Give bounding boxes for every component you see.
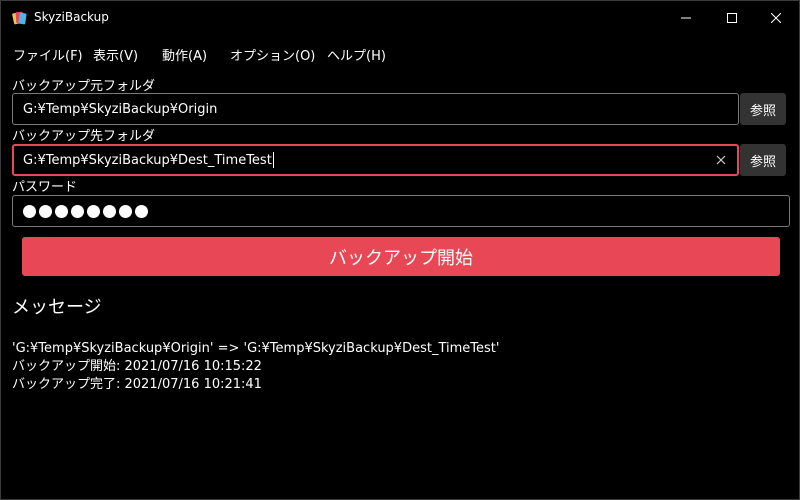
app-window: SkyziBackup ファイル(F) 表示(V) 動作(A) オプション(O)…	[0, 0, 800, 500]
text-caret	[272, 152, 274, 168]
window-title: SkyziBackup	[34, 10, 109, 24]
messages-heading: メッセージ	[12, 297, 102, 318]
destination-folder-value: G:¥Temp¥SkyziBackup¥Dest_TimeTest	[23, 152, 272, 168]
destination-folder-label: バックアップ先フォルダ	[12, 129, 156, 144]
minimize-button[interactable]	[663, 1, 709, 35]
password-input[interactable]	[12, 195, 790, 227]
minimize-icon	[681, 17, 691, 19]
password-dot	[119, 204, 132, 218]
clear-text-button[interactable]	[713, 152, 729, 168]
app-icon	[12, 10, 28, 26]
password-mask	[23, 204, 148, 218]
password-dot	[135, 204, 148, 218]
menu-options[interactable]: オプション(O)	[230, 45, 315, 64]
password-dot	[71, 204, 84, 218]
log-line: 'G:¥Temp¥SkyziBackup¥Origin' => 'G:¥Temp…	[12, 341, 500, 356]
maximize-icon	[727, 13, 737, 23]
clear-icon	[716, 155, 726, 165]
password-dot	[55, 204, 68, 218]
menu-bar: ファイル(F) 表示(V) 動作(A) オプション(O) ヘルプ(H)	[1, 39, 799, 67]
close-button[interactable]	[753, 1, 799, 35]
title-bar[interactable]: SkyziBackup	[1, 1, 799, 35]
source-folder-input[interactable]: G:¥Temp¥SkyziBackup¥Origin	[12, 93, 739, 125]
source-folder-value: G:¥Temp¥SkyziBackup¥Origin	[23, 101, 218, 117]
menu-file[interactable]: ファイル(F)	[13, 45, 83, 64]
maximize-button[interactable]	[709, 1, 755, 35]
password-dot	[87, 204, 100, 218]
password-label: パスワード	[12, 180, 78, 195]
source-folder-label: バックアップ元フォルダ	[12, 79, 156, 94]
password-dot	[103, 204, 116, 218]
destination-browse-button[interactable]: 参照	[740, 144, 786, 176]
menu-help[interactable]: ヘルプ(H)	[327, 45, 386, 64]
destination-folder-input[interactable]: G:¥Temp¥SkyziBackup¥Dest_TimeTest	[12, 144, 739, 176]
menu-action[interactable]: 動作(A)	[162, 45, 207, 64]
log-line: バックアップ開始: 2021/07/16 10:15:22	[12, 359, 262, 374]
password-dot	[39, 204, 52, 218]
message-log: 'G:¥Temp¥SkyziBackup¥Origin' => 'G:¥Temp…	[12, 340, 499, 394]
start-backup-button[interactable]: バックアップ開始	[22, 237, 780, 276]
log-line: バックアップ完了: 2021/07/16 10:21:41	[12, 377, 262, 392]
source-browse-button[interactable]: 参照	[740, 93, 786, 125]
close-icon	[771, 13, 781, 23]
password-dot	[23, 204, 36, 218]
menu-view[interactable]: 表示(V)	[93, 45, 138, 64]
